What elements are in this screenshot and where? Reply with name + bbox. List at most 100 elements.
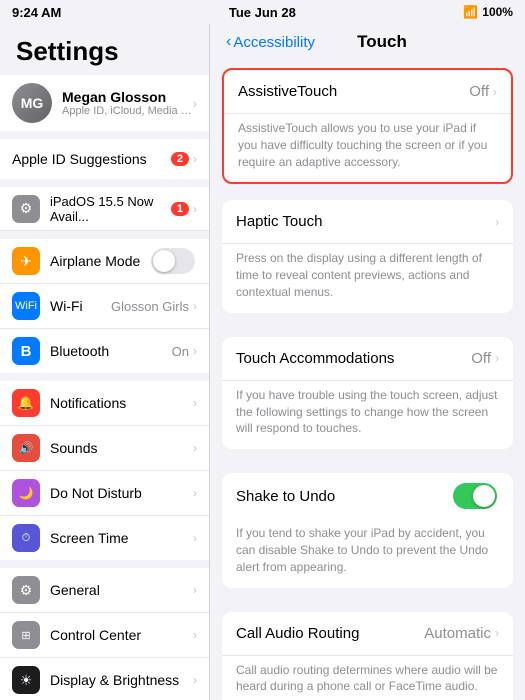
shake-to-undo-toggle[interactable] [453,483,497,509]
touch-accommodations-description: If you have trouble using the touch scre… [222,381,513,449]
touch-accommodations-label: Touch Accommodations [236,350,471,367]
sounds-icon: 🔊 [12,434,40,462]
chevron-icon: › [193,673,197,687]
status-time: 9:24 AM [12,5,61,20]
call-audio-routing-row[interactable]: Call Audio Routing Automatic › [222,612,513,656]
sidebar-item-display-brightness[interactable]: ☀ Display & Brightness › [0,658,209,700]
chevron-icon: › [193,486,197,500]
sidebar-item-update[interactable]: ⚙ iPadOS 15.5 Now Avail... 1 › [0,187,209,231]
general-icon: ⚙ [12,576,40,604]
update-chevron-icon: › [193,202,197,216]
sidebar-section-alerts: 🔔 Notifications › 🔊 Sounds › 🌙 Do Not Di… [0,381,209,560]
toggle-knob [473,485,495,507]
airplane-toggle[interactable] [151,248,195,274]
screen-time-icon: ⏱ [12,524,40,552]
sidebar-label: Wi-Fi [50,298,111,314]
chevron-icon: › [193,152,197,166]
sidebar-label: Control Center [50,627,193,643]
sidebar-item-bluetooth[interactable]: B Bluetooth On › [0,329,209,373]
haptic-touch-label: Haptic Touch [236,213,495,230]
assistive-touch-row[interactable]: AssistiveTouch Off › [224,70,511,114]
haptic-touch-card: Haptic Touch › Press on the display usin… [222,200,513,312]
touch-accommodations-value: Off [471,350,491,367]
back-label: Accessibility [233,34,315,51]
sidebar-label: Apple ID Suggestions [12,151,171,167]
chevron-icon: › [495,351,499,365]
detail-title: Touch [315,32,449,52]
notifications-icon: 🔔 [12,389,40,417]
shake-to-undo-card: Shake to Undo If you tend to shake your … [222,473,513,587]
touch-accommodations-card: Touch Accommodations Off › If you have t… [222,337,513,449]
detail-section-call-audio-routing: Call Audio Routing Automatic › Call audi… [222,612,513,700]
chevron-icon: › [193,299,197,313]
control-center-icon: ⊞ [12,621,40,649]
sidebar-section-system: ⚙ General › ⊞ Control Center › ☀ Display… [0,568,209,700]
sidebar-item-wifi[interactable]: WiFi Wi-Fi Glosson Girls › [0,284,209,329]
back-chevron-icon: ‹ [226,33,231,51]
wifi-value: Glosson Girls [111,299,189,314]
sidebar-label: Screen Time [50,530,193,546]
profile-row[interactable]: MG Megan Glosson Apple ID, iCloud, Media… [0,75,209,131]
sidebar-section-update: ⚙ iPadOS 15.5 Now Avail... 1 › [0,187,209,231]
status-bar: 9:24 AM Tue Jun 28 📶 100% [0,0,525,24]
display-icon: ☀ [12,666,40,694]
shake-to-undo-description: If you tend to shake your iPad by accide… [222,519,513,587]
haptic-touch-row[interactable]: Haptic Touch › [222,200,513,244]
update-label: iPadOS 15.5 Now Avail... [50,194,171,224]
chevron-icon: › [193,583,197,597]
back-button[interactable]: ‹ Accessibility [226,33,315,51]
assistive-touch-label: AssistiveTouch [238,83,469,100]
avatar: MG [12,83,52,123]
sidebar-item-screen-time[interactable]: ⏱ Screen Time › [0,516,209,560]
sidebar-item-sounds[interactable]: 🔊 Sounds › [0,426,209,471]
bluetooth-icon: B [12,337,40,365]
touch-accommodations-row[interactable]: Touch Accommodations Off › [222,337,513,381]
chevron-icon: › [495,215,499,229]
sidebar-section-appleid: Apple ID Suggestions 2 › [0,139,209,179]
detail-section-shake-to-undo: Shake to Undo If you tend to shake your … [222,473,513,595]
shake-to-undo-row: Shake to Undo [222,473,513,519]
apple-id-badge: 2 [171,152,189,166]
sidebar-item-notifications[interactable]: 🔔 Notifications › [0,381,209,426]
dnd-icon: 🌙 [12,479,40,507]
chevron-icon: › [193,344,197,358]
sidebar-item-general[interactable]: ⚙ General › [0,568,209,613]
sidebar-label: Airplane Mode [50,253,151,269]
wifi-icon: 📶 [463,5,478,19]
sidebar: Settings MG Megan Glosson Apple ID, iClo… [0,24,210,700]
sidebar-label: Bluetooth [50,343,172,359]
chevron-icon: › [193,396,197,410]
sidebar-item-control-center[interactable]: ⊞ Control Center › [0,613,209,658]
chevron-icon: › [193,628,197,642]
haptic-touch-description: Press on the display using a different l… [222,244,513,312]
shake-to-undo-label: Shake to Undo [236,488,453,505]
detail-pane: ‹ Accessibility Touch AssistiveTouch Off… [210,24,525,700]
sidebar-label: Notifications [50,395,193,411]
sidebar-item-do-not-disturb[interactable]: 🌙 Do Not Disturb › [0,471,209,516]
call-audio-routing-value: Automatic [424,625,491,642]
profile-info: Megan Glosson Apple ID, iCloud, Media &.… [62,89,192,117]
sidebar-section-network: ✈ Airplane Mode WiFi Wi-Fi Glosson Girls… [0,239,209,373]
call-audio-routing-description: Call audio routing determines where audi… [222,656,513,700]
sidebar-title: Settings [0,24,209,75]
sidebar-item-apple-id-suggestions[interactable]: Apple ID Suggestions 2 › [0,139,209,179]
profile-subtitle: Apple ID, iCloud, Media &... [62,105,192,117]
sidebar-label: General [50,582,193,598]
airplane-mode-icon: ✈ [12,247,40,275]
detail-header: ‹ Accessibility Touch [210,24,525,60]
assistive-touch-card: AssistiveTouch Off › AssistiveTouch allo… [222,68,513,184]
sidebar-label: Do Not Disturb [50,485,193,501]
assistive-touch-description: AssistiveTouch allows you to use your iP… [224,114,511,182]
main-layout: Settings MG Megan Glosson Apple ID, iClo… [0,24,525,700]
sidebar-label: Sounds [50,440,193,456]
sidebar-label: Display & Brightness [50,672,193,688]
toggle-knob [153,250,175,272]
chevron-icon: › [193,441,197,455]
chevron-icon: › [493,85,497,99]
call-audio-routing-label: Call Audio Routing [236,625,424,642]
update-icon: ⚙ [12,195,40,223]
bluetooth-value: On [172,344,189,359]
sidebar-item-airplane-mode[interactable]: ✈ Airplane Mode [0,239,209,284]
assistive-touch-value: Off [469,83,489,100]
update-badge: 1 [171,202,189,216]
